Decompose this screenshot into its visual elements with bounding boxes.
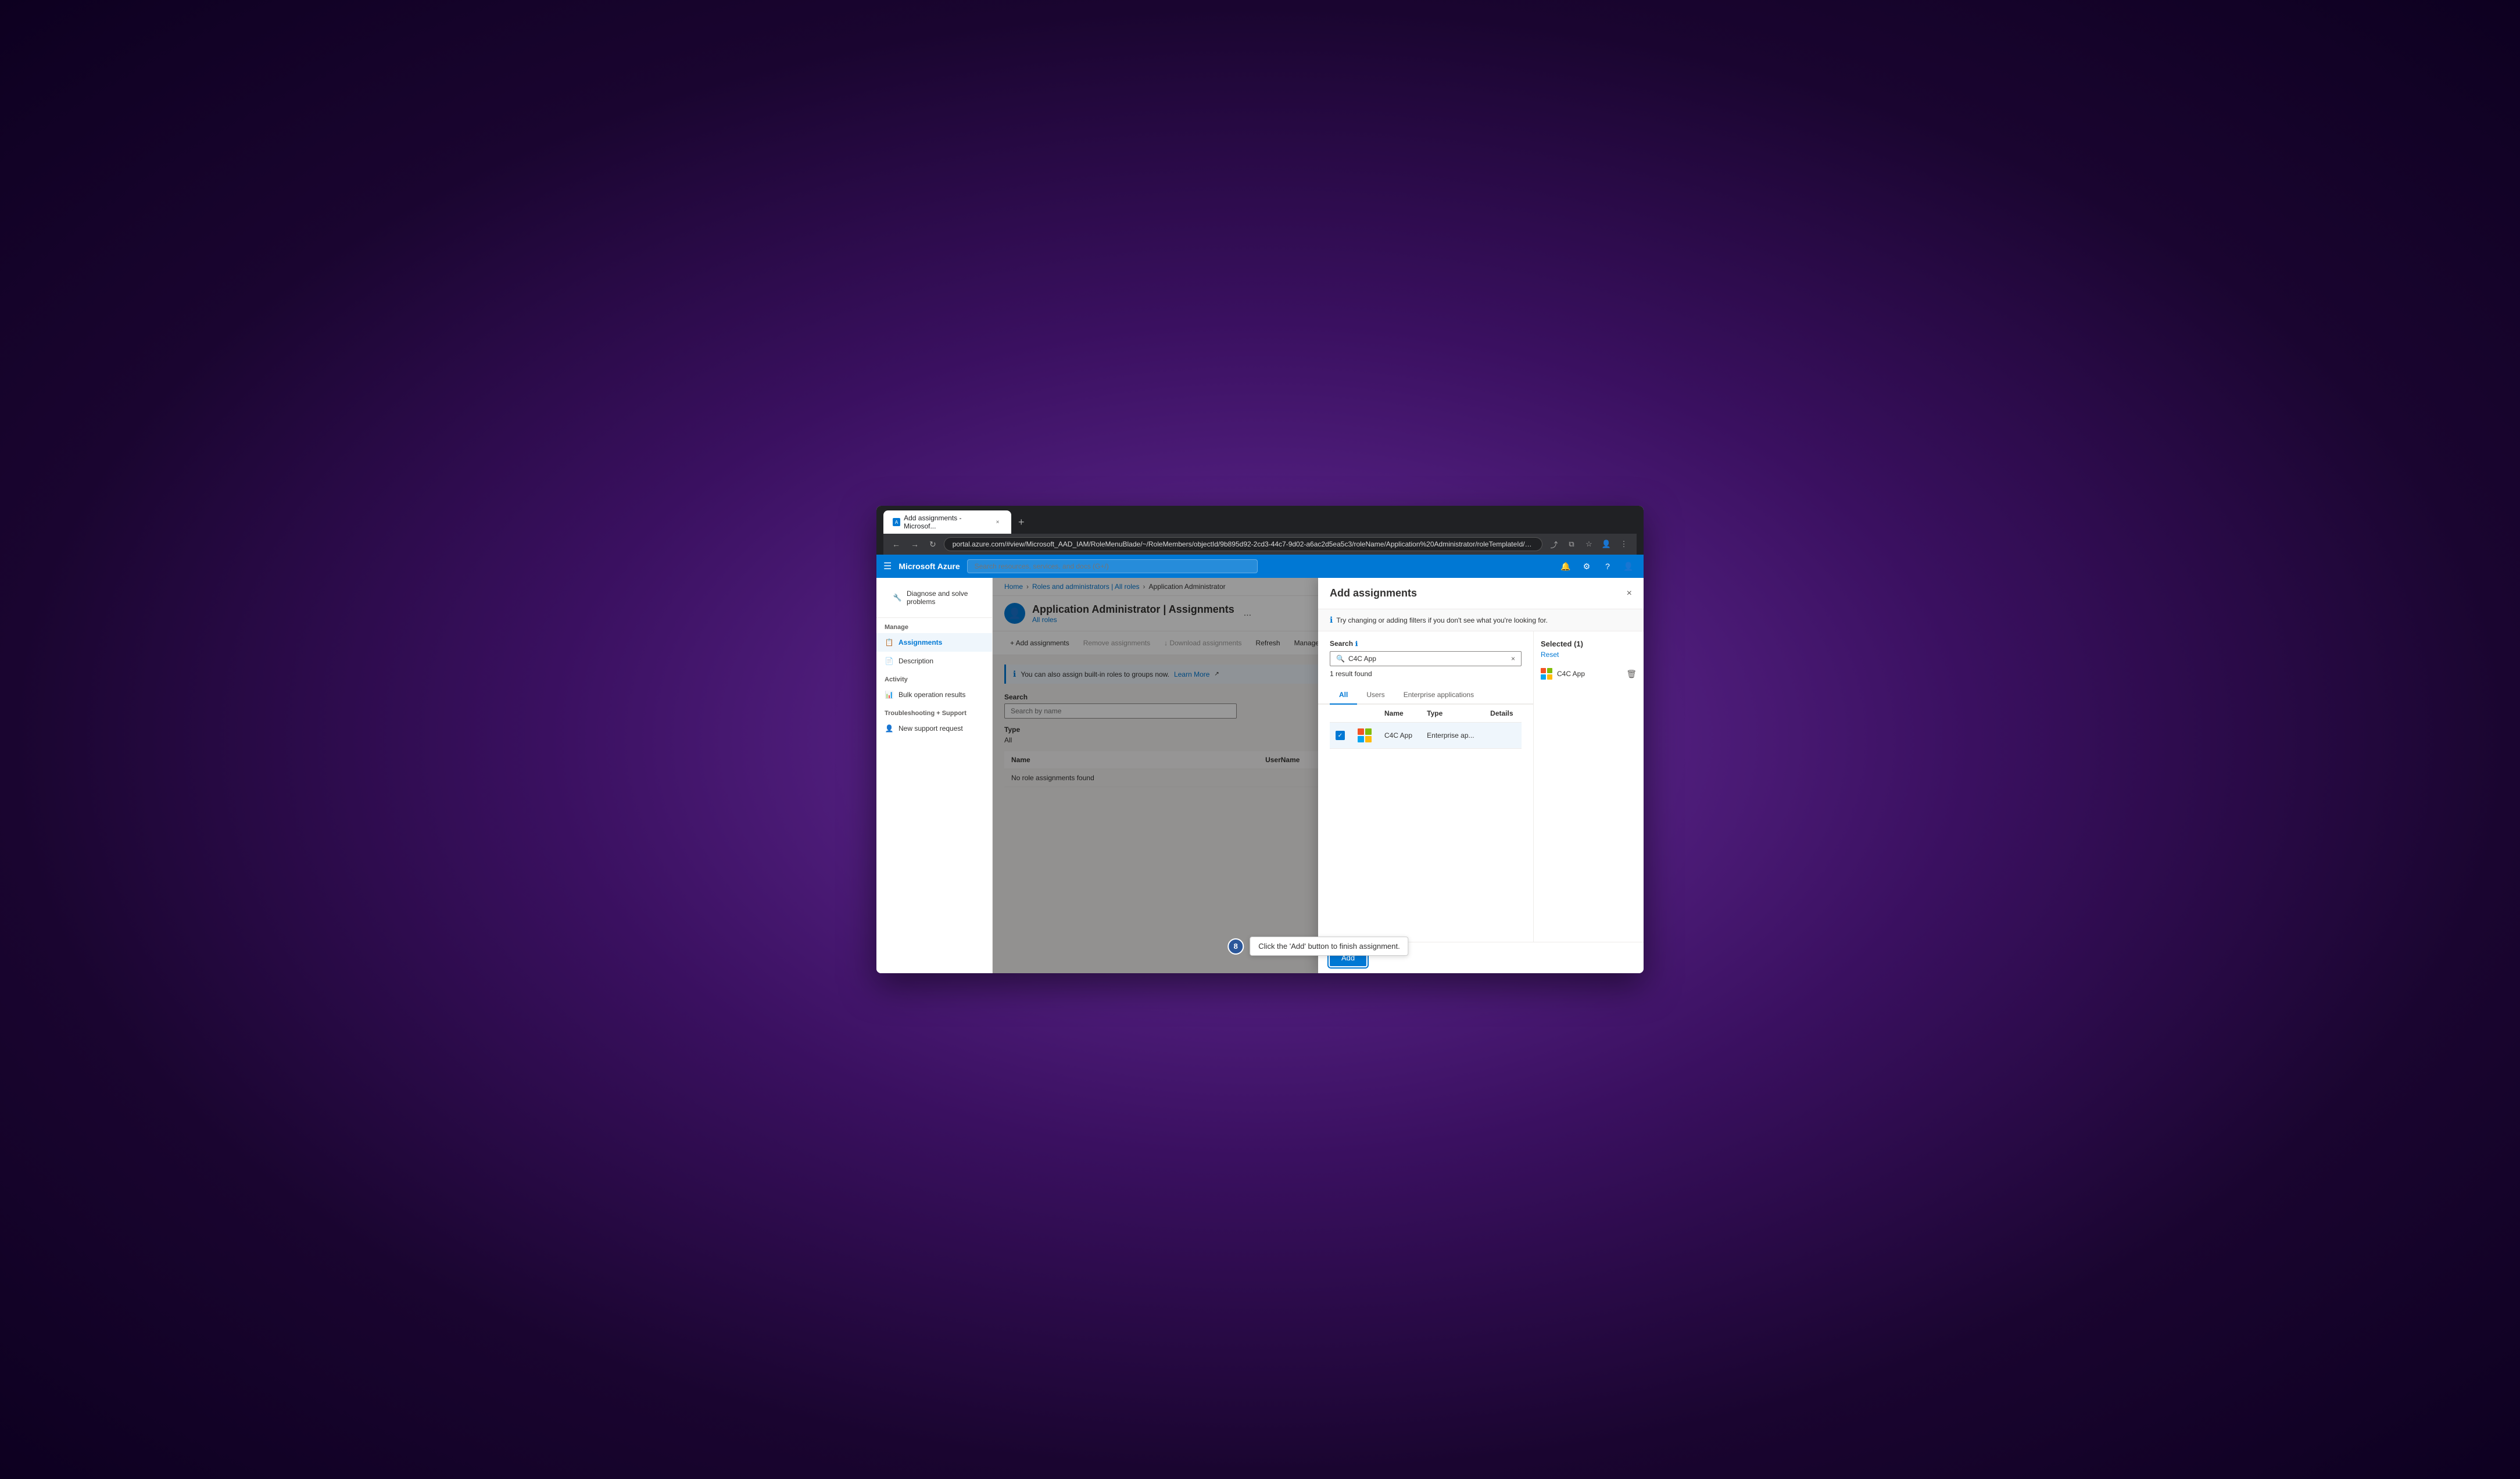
tab-title: Add assignments - Microsof... xyxy=(904,514,990,530)
azure-search-input[interactable] xyxy=(967,559,1258,573)
modal-search-label: Search ℹ xyxy=(1330,640,1522,648)
bookmark-icon[interactable]: ☆ xyxy=(1582,537,1596,551)
sidebar-item-assignments[interactable]: 📋 Assignments xyxy=(876,633,992,652)
tab-all[interactable]: All xyxy=(1330,686,1357,705)
bottom-annotation: 8 Click the 'Add' button to finish assig… xyxy=(1227,937,1408,956)
selected-item-delete-btn[interactable]: 🗑 xyxy=(1626,669,1637,679)
app-grid-icon xyxy=(1358,728,1372,742)
tab-close-btn[interactable]: × xyxy=(993,517,1002,527)
browser-toolbar-icons: ⤴ ⧉ ☆ 👤 ⋮ xyxy=(1547,537,1631,551)
sidebar-item-new-support[interactable]: 👤 New support request xyxy=(876,719,992,738)
annotation-tooltip: Click the 'Add' button to finish assignm… xyxy=(1250,937,1408,956)
col-checkbox xyxy=(1330,705,1351,723)
search-info-icon: ℹ xyxy=(1355,640,1358,648)
results-table: Name Type Details ✓ xyxy=(1330,705,1522,749)
selected-item-c4c: C4C App 🗑 xyxy=(1541,665,1637,683)
settings-icon[interactable]: ⚙ xyxy=(1578,558,1595,574)
help-icon[interactable]: ? xyxy=(1599,558,1616,574)
modal-search-input[interactable] xyxy=(1348,655,1508,663)
diagnose-icon: 🔧 xyxy=(893,593,902,602)
modal-left-panel: Search ℹ 🔍 × 1 result found xyxy=(1318,631,1533,942)
result-count: 1 result found xyxy=(1330,666,1522,681)
main-content: 🔧 Diagnose and solve problems Manage 📋 A… xyxy=(876,578,1644,973)
browser-window: A Add assignments - Microsof... × + ← → … xyxy=(876,506,1644,973)
sidebar-manage-header: Manage xyxy=(876,618,992,633)
selected-item-name: C4C App xyxy=(1557,670,1621,678)
sidebar: 🔧 Diagnose and solve problems Manage 📋 A… xyxy=(876,578,993,973)
result-details-cell xyxy=(1484,723,1522,749)
bulk-results-icon: 📊 xyxy=(885,690,894,699)
azure-portal-header: ☰ Microsoft Azure 🔔 ⚙ ? 👤 xyxy=(876,555,1644,578)
assignments-icon: 📋 xyxy=(885,638,894,647)
modal-title: Add assignments xyxy=(1330,587,1417,599)
result-type-cell: Enterprise ap... xyxy=(1421,723,1484,749)
browser-chrome: A Add assignments - Microsof... × + ← → … xyxy=(876,506,1644,555)
col-result-type: Type xyxy=(1421,705,1484,723)
modal-info-bar: ℹ Try changing or adding filters if you … xyxy=(1318,609,1644,631)
description-icon: 📄 xyxy=(885,656,894,666)
new-tab-btn[interactable]: + xyxy=(1014,516,1029,528)
modal-main-area: Search ℹ 🔍 × 1 result found xyxy=(1318,631,1644,942)
col-result-details: Details xyxy=(1484,705,1522,723)
col-result-name: Name xyxy=(1379,705,1421,723)
cast-icon[interactable]: ⤴ xyxy=(1547,537,1561,551)
sidebar-top: 🔧 Diagnose and solve problems xyxy=(876,578,992,618)
tab-favicon: A xyxy=(893,518,900,526)
modal-info-text: Try changing or adding filters if you do… xyxy=(1336,616,1548,624)
sidebar-item-diagnose[interactable]: 🔧 Diagnose and solve problems xyxy=(885,585,984,610)
nav-forward-btn[interactable]: → xyxy=(908,538,922,550)
modal-header: Add assignments × xyxy=(1318,578,1644,609)
result-app-icon-cell xyxy=(1351,723,1379,749)
results-table-container: Name Type Details ✓ xyxy=(1318,705,1533,942)
azure-header-icons: 🔔 ⚙ ? 👤 xyxy=(1558,558,1637,574)
extension-icon[interactable]: ⧉ xyxy=(1565,537,1578,551)
result-name-cell: C4C App xyxy=(1379,723,1421,749)
col-app-icon xyxy=(1351,705,1379,723)
profile-icon[interactable]: 👤 xyxy=(1599,537,1613,551)
nav-refresh-btn[interactable]: ↻ xyxy=(926,538,939,551)
sidebar-item-description[interactable]: 📄 Description xyxy=(876,652,992,670)
modal-selected-panel: Selected (1) Reset C4C App 🗑 xyxy=(1533,631,1644,942)
modal-search-bar: 🔍 × xyxy=(1330,651,1522,666)
annotation-badge: 8 xyxy=(1227,938,1244,955)
search-magnifier-icon: 🔍 xyxy=(1336,655,1345,663)
add-assignments-modal: Add assignments × ℹ Try changing or addi… xyxy=(1318,578,1644,973)
tab-users[interactable]: Users xyxy=(1357,686,1394,705)
browser-tab-active[interactable]: A Add assignments - Microsof... × xyxy=(883,510,1011,534)
selected-header: Selected (1) xyxy=(1541,640,1637,648)
tab-enterprise-apps[interactable]: Enterprise applications xyxy=(1394,686,1483,705)
modal-tabs: All Users Enterprise applications xyxy=(1318,686,1533,705)
selected-reset-btn[interactable]: Reset xyxy=(1541,651,1637,659)
browser-toolbar: ← → ↻ portal.azure.com/#view/Microsoft_A… xyxy=(883,534,1637,555)
user-profile-icon[interactable]: 👤 xyxy=(1620,558,1637,574)
notifications-icon[interactable]: 🔔 xyxy=(1558,558,1574,574)
browser-tabs: A Add assignments - Microsof... × + xyxy=(883,510,1637,534)
selected-item-icon xyxy=(1541,668,1552,680)
c4c-app-icon xyxy=(1356,727,1373,744)
sidebar-item-bulk-results[interactable]: 📊 Bulk operation results xyxy=(876,685,992,704)
sidebar-toggle-icon[interactable]: ☰ xyxy=(883,560,892,572)
result-row-c4c[interactable]: ✓ xyxy=(1330,723,1522,749)
sidebar-activity-header: Activity xyxy=(876,670,992,685)
menu-icon[interactable]: ⋮ xyxy=(1617,537,1631,551)
search-clear-btn[interactable]: × xyxy=(1511,655,1515,663)
modal-close-btn[interactable]: × xyxy=(1627,588,1632,599)
support-icon: 👤 xyxy=(885,724,894,733)
modal-info-icon: ℹ xyxy=(1330,615,1333,625)
sidebar-troubleshooting-header: Troubleshooting + Support xyxy=(876,704,992,719)
nav-back-btn[interactable]: ← xyxy=(889,538,903,550)
address-bar[interactable]: portal.azure.com/#view/Microsoft_AAD_IAM… xyxy=(944,537,1542,551)
content-area: Home › Roles and administrators | All ro… xyxy=(993,578,1644,973)
result-checkbox-cell[interactable]: ✓ xyxy=(1330,723,1351,749)
result-checkbox-checked: ✓ xyxy=(1336,731,1345,740)
modal-search-section: Search ℹ 🔍 × 1 result found xyxy=(1318,631,1533,681)
azure-logo: Microsoft Azure xyxy=(899,562,960,571)
modal-body: ℹ Try changing or adding filters if you … xyxy=(1318,609,1644,942)
